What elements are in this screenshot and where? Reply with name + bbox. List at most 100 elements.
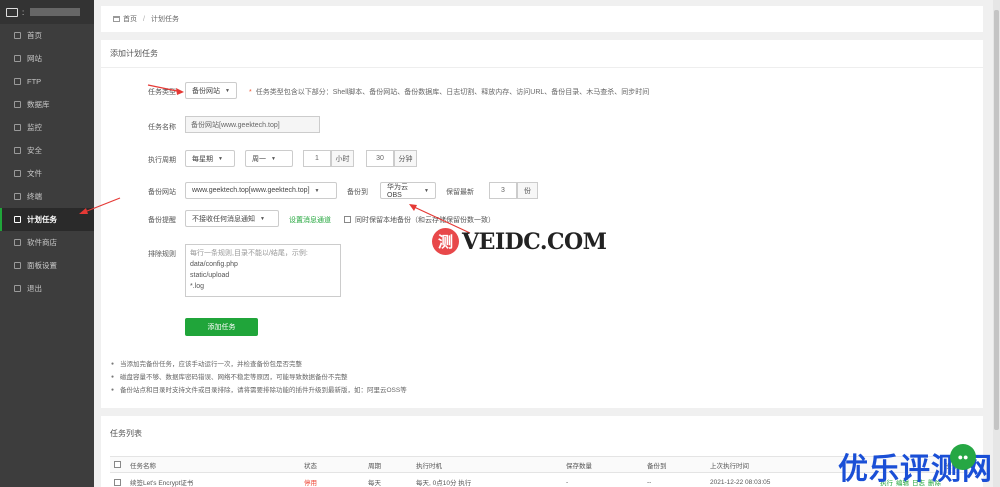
set-channel-link[interactable]: 设置消息通道	[289, 215, 331, 225]
period-select[interactable]: 每星期 ▼	[185, 150, 235, 167]
caret-down-icon: ▼	[314, 187, 320, 194]
cell-period: 每天	[368, 480, 381, 487]
sidebar-item-label: 计划任务	[27, 215, 57, 224]
veidc-watermark: 测 VEIDC.COM	[432, 228, 607, 255]
keep-latest-label: 保留最新	[446, 189, 474, 196]
calendar-icon	[14, 216, 21, 223]
period-value: 每星期	[192, 155, 213, 163]
sidebar-item-security[interactable]: 安全	[0, 139, 94, 162]
folder-icon	[14, 170, 21, 177]
breadcrumb-home[interactable]: 首页	[123, 14, 137, 24]
col-last-run: 上次执行时间	[710, 462, 749, 470]
panel-title: 添加计划任务	[101, 40, 983, 68]
sidebar-item-logout[interactable]: 退出	[0, 277, 94, 300]
select-all-cell[interactable]	[114, 457, 125, 472]
task-type-hint: * 任务类型包含以下部分：Shell脚本、备份网站、备份数据库、日志切割、释放内存…	[249, 87, 649, 97]
col-name: 任务名称	[130, 462, 156, 470]
minute-input[interactable]: 30	[366, 150, 394, 167]
select-all-checkbox[interactable]	[114, 461, 121, 468]
weekday-value: 周一	[252, 155, 266, 163]
task-name-label: 任务名称	[148, 124, 176, 131]
scrollbar-thumb[interactable]	[994, 10, 999, 430]
grid-icon	[14, 239, 21, 246]
backup-site-select[interactable]: www.geektech.top[www.geektech.top] ▼	[185, 182, 337, 199]
col-timing: 执行时机	[416, 462, 442, 470]
cell-name: 续签Let's Encrypt证书	[130, 480, 194, 487]
sidebar-item-store[interactable]: 软件商店	[0, 231, 94, 254]
backup-to-label: 备份到	[347, 189, 368, 196]
breadcrumb: 首页 / 计划任务	[101, 6, 983, 32]
notify-select[interactable]: 不接收任何消息通知 ▼	[185, 210, 279, 227]
gear-icon	[14, 262, 21, 269]
minute-unit: 分钟	[394, 150, 417, 167]
notify-label: 备份提醒	[148, 217, 176, 224]
col-status: 状态	[304, 462, 317, 470]
col-keep: 保存数量	[566, 462, 592, 470]
sidebar-item-home[interactable]: 首页	[0, 24, 94, 47]
cell-timing: 每天, 0点10分 执行	[416, 480, 472, 487]
sidebar-item-label: 文件	[27, 169, 42, 178]
exclude-textarea[interactable]: 每行一条规则,目录不能以/结尾，示例: data/config.php stat…	[185, 244, 341, 297]
terminal-icon	[14, 193, 21, 200]
sidebar-item-ftp[interactable]: FTP	[0, 70, 94, 93]
caret-down-icon: ▼	[271, 155, 276, 162]
exclude-label: 排除规则	[148, 251, 176, 258]
task-type-hint-text: 任务类型包含以下部分：Shell脚本、备份网站、备份数据库、日志切割、释放内存、…	[255, 89, 650, 96]
add-task-panel: 添加计划任务 任务类型 备份网站 ▼ * 任务类型包含以下部分：Shell脚本、备份…	[101, 40, 983, 408]
row-checkbox[interactable]	[114, 478, 121, 486]
period-label: 执行周期	[148, 157, 176, 164]
exclude-line: static/upload	[190, 272, 230, 279]
local-keep-checkbox[interactable]	[344, 216, 351, 223]
cell-last-run: 2021-12-22 08:03:05	[710, 478, 771, 486]
notify-value: 不接收任何消息通知	[192, 215, 255, 223]
backup-to-value: 华为云OBS	[387, 184, 408, 199]
monitor-icon	[6, 7, 18, 17]
home-icon	[113, 16, 120, 22]
backup-to-select[interactable]: 华为云OBS ▼	[380, 182, 436, 199]
task-type-select[interactable]: 备份网站 ▼	[185, 82, 237, 99]
sidebar-header: :	[0, 0, 94, 24]
sidebar-item-terminal[interactable]: 终端	[0, 185, 94, 208]
note-item: 备份站点和目录时支持文件或目录排除，请将需要排除功能的插件升级到最新版，如：阿里…	[111, 384, 407, 397]
sidebar-item-cron[interactable]: 计划任务	[0, 208, 94, 231]
shield-icon	[14, 147, 21, 154]
sidebar-item-label: FTP	[27, 77, 42, 86]
exclude-placeholder: 每行一条规则,目录不能以/结尾，示例:	[190, 250, 308, 257]
task-name-input[interactable]: 备份网站[www.geektech.top]	[185, 116, 320, 133]
caret-down-icon: ▼	[424, 187, 429, 194]
sidebar-item-monitor[interactable]: 监控	[0, 116, 94, 139]
add-task-button[interactable]: 添加任务	[185, 318, 258, 336]
sidebar-item-label: 软件商店	[27, 238, 57, 247]
breadcrumb-separator: /	[143, 15, 145, 23]
local-keep-option[interactable]: 同时保留本地备份（和云存储保留份数一致）	[344, 215, 495, 225]
watermark-text: VEIDC.COM	[462, 228, 607, 255]
local-keep-label: 同时保留本地备份（和云存储保留份数一致）	[355, 217, 495, 224]
sidebar-host-separator: :	[22, 7, 25, 17]
keep-latest-input[interactable]: 3	[489, 182, 517, 199]
note-item: 当添加完备份任务，应该手动运行一次，并检查备份包是否完整	[111, 358, 407, 371]
note-item: 磁盘容量不够、数据库密码错误、网络不稳定等原因，可能导致数据备份不完整	[111, 371, 407, 384]
sidebar-item-files[interactable]: 文件	[0, 162, 94, 185]
hour-unit: 小时	[331, 150, 354, 167]
breadcrumb-current: 计划任务	[150, 16, 179, 23]
chat-bubble-icon[interactable]: ●●	[950, 444, 976, 470]
database-icon	[14, 101, 21, 108]
sidebar-item-label: 退出	[27, 284, 42, 293]
col-period: 周期	[368, 462, 381, 470]
watermark-logo: 测	[432, 228, 459, 255]
caret-down-icon: ▼	[218, 155, 223, 162]
sidebar-item-settings[interactable]: 面板设置	[0, 254, 94, 277]
chart-icon	[14, 124, 21, 131]
sidebar-item-label: 面板设置	[27, 261, 57, 270]
backup-site-label: 备份网站	[148, 189, 176, 196]
sidebar-item-label: 终端	[27, 192, 42, 201]
sidebar-host-redacted	[30, 8, 81, 16]
required-star: *	[249, 89, 252, 96]
weekday-select[interactable]: 周一 ▼	[245, 150, 293, 167]
hour-input[interactable]: 1	[303, 150, 331, 167]
sidebar-item-label: 监控	[27, 123, 42, 132]
row-checkbox-cell[interactable]	[114, 475, 125, 487]
sidebar-item-database[interactable]: 数据库	[0, 93, 94, 116]
sidebar-item-website[interactable]: 网站	[0, 47, 94, 70]
cell-status[interactable]: 停用	[304, 475, 317, 487]
